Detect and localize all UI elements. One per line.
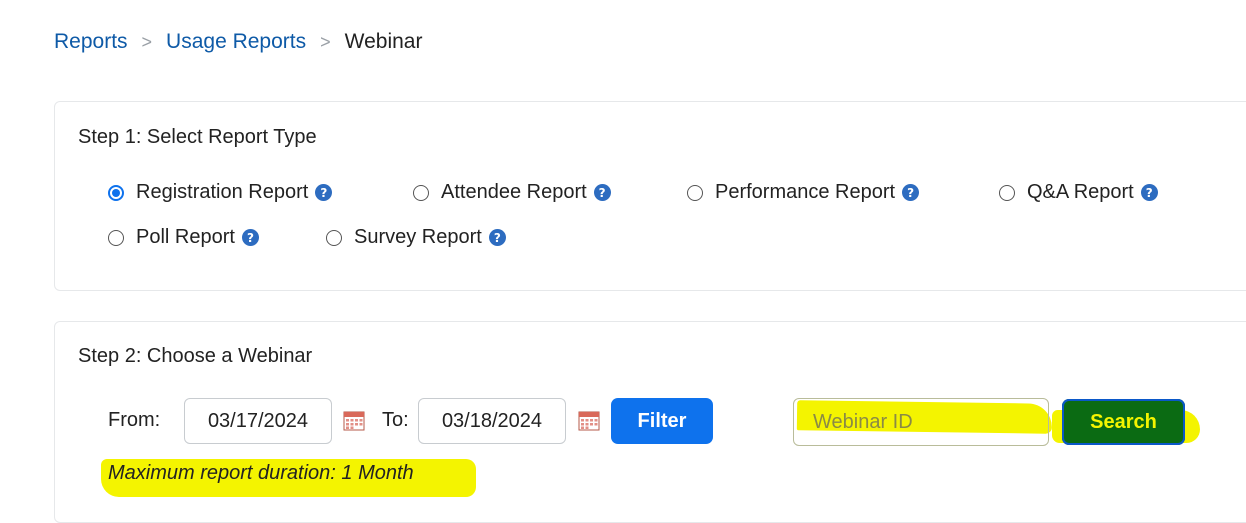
breadcrumb-current: Webinar [344, 30, 423, 53]
radio-button[interactable] [326, 229, 342, 246]
radio-registration-report[interactable]: Registration Report ? [108, 181, 333, 204]
question-circle-icon[interactable]: ? [241, 229, 259, 246]
webinar-id-input[interactable] [793, 398, 1049, 446]
from-date-input[interactable] [184, 398, 332, 444]
breadcrumb-separator: > [141, 31, 153, 52]
calendar-icon[interactable] [343, 411, 365, 431]
radio-label: Performance Report [715, 181, 896, 203]
radio-label: Q&A Report [1027, 181, 1134, 203]
radio-button[interactable] [108, 184, 124, 201]
radio-label: Attendee Report [441, 181, 587, 203]
radio-performance-report[interactable]: Performance Report ? [687, 181, 920, 204]
radio-qa-report[interactable]: Q&A Report ? [999, 181, 1158, 204]
radio-label: Survey Report [354, 226, 482, 248]
radio-button[interactable] [687, 184, 703, 201]
breadcrumb-usage-reports-link[interactable]: Usage Reports [166, 30, 306, 54]
question-circle-icon[interactable]: ? [315, 184, 333, 201]
radio-button[interactable] [108, 229, 124, 246]
search-button[interactable]: Search [1062, 399, 1185, 445]
radio-label: Poll Report [136, 226, 235, 248]
question-circle-icon[interactable]: ? [488, 229, 506, 246]
calendar-icon[interactable] [578, 411, 600, 431]
radio-poll-report[interactable]: Poll Report ? [108, 226, 259, 249]
question-circle-icon[interactable]: ? [1140, 184, 1158, 201]
filter-button[interactable]: Filter [611, 398, 713, 444]
breadcrumb-reports-link[interactable]: Reports [54, 30, 128, 54]
from-label: From: [108, 409, 161, 431]
radio-button[interactable] [413, 184, 429, 201]
breadcrumb-separator: > [320, 31, 331, 52]
step1-title: Step 1: Select Report Type [78, 126, 317, 148]
to-label: To: [382, 409, 409, 431]
max-duration-note: Maximum report duration: 1 Month [108, 462, 414, 484]
radio-survey-report[interactable]: Survey Report ? [326, 226, 506, 249]
question-circle-icon[interactable]: ? [902, 184, 920, 201]
breadcrumb: Reports > Usage Reports > Webinar [54, 30, 422, 54]
to-date-input[interactable] [418, 398, 566, 444]
step2-title: Step 2: Choose a Webinar [78, 345, 313, 367]
radio-button[interactable] [999, 184, 1015, 201]
radio-attendee-report[interactable]: Attendee Report ? [413, 181, 611, 204]
search-button-label: Search [1090, 410, 1157, 433]
radio-label: Registration Report [136, 181, 309, 203]
question-circle-icon[interactable]: ? [593, 184, 611, 201]
